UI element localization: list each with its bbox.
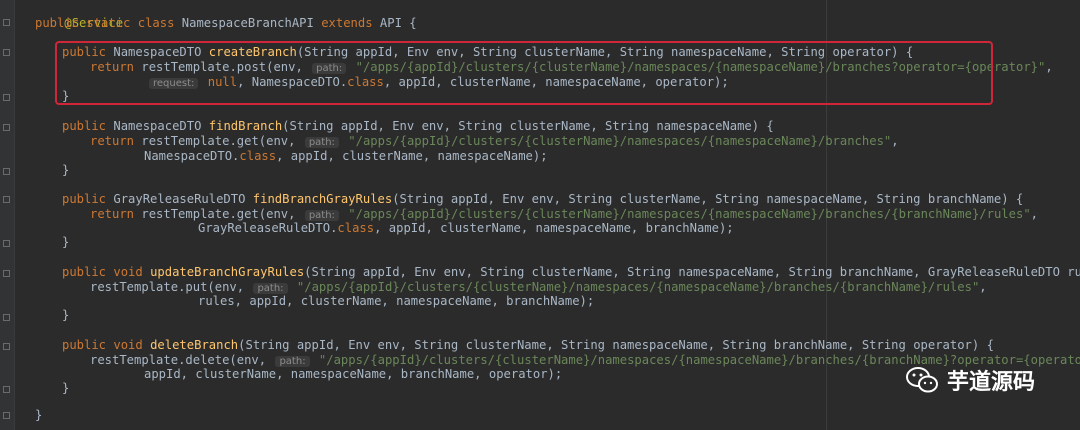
parameter-hint: path: xyxy=(275,356,310,367)
keyword-token: public xyxy=(62,192,107,206)
string-literal: "/apps/{appId}/clusters/{clusterName}/na… xyxy=(348,207,1031,221)
code-line: } xyxy=(62,308,69,323)
code-text: , appId, clusterName, namespaceName); xyxy=(276,149,548,163)
keyword-token: void xyxy=(113,338,143,352)
method-name: findBranchGrayRules xyxy=(252,192,393,206)
code-line: @Service xyxy=(35,1,123,30)
code-text: (String appId, Env env, String clusterNa… xyxy=(392,192,1024,206)
keyword-token: extends xyxy=(321,16,373,30)
code-text: , xyxy=(979,280,987,294)
code-line: } xyxy=(35,408,42,423)
code-text: .get(env, xyxy=(229,207,303,221)
code-text: (String appId, Env env, String clusterNa… xyxy=(282,119,774,133)
code-line: } xyxy=(62,163,69,178)
code-line: } xyxy=(62,381,69,396)
code-text: rules, appId, clusterName, namespaceName… xyxy=(198,294,595,308)
code-text: , appId, clusterName, namespaceName, bra… xyxy=(374,221,734,235)
fold-marker-icon[interactable] xyxy=(3,124,10,131)
code-text: } xyxy=(62,235,70,249)
highlight-box xyxy=(55,41,993,105)
fold-marker-icon[interactable] xyxy=(3,270,10,277)
code-line: return restTemplate.get(env, path: "/app… xyxy=(90,134,899,149)
watermark: 芋道源码 xyxy=(905,364,1075,396)
code-text: (String appId, Env env, String clusterNa… xyxy=(238,338,994,352)
string-literal: "/apps/{appId}/clusters/{clusterName}/na… xyxy=(348,134,892,148)
fold-marker-icon[interactable] xyxy=(3,196,10,203)
code-line: public void deleteBranch(String appId, E… xyxy=(62,338,994,353)
keyword-token: class xyxy=(239,149,277,163)
keyword-token: static xyxy=(86,16,131,30)
watermark-text: 芋道源码 xyxy=(947,370,1036,395)
fold-marker-icon[interactable] xyxy=(3,412,10,419)
code-text: restTemplate xyxy=(141,207,230,221)
code-text: } xyxy=(35,408,43,422)
code-text: } xyxy=(62,308,70,322)
code-text: restTemplate xyxy=(90,353,179,367)
code-text: , xyxy=(1045,60,1053,74)
keyword-token: public xyxy=(62,338,107,352)
code-line: appId, clusterName, namespaceName, branc… xyxy=(144,367,562,382)
code-text: , xyxy=(891,134,899,148)
keyword-token: return xyxy=(90,134,135,148)
fold-marker-icon[interactable] xyxy=(3,314,10,321)
fold-marker-icon[interactable] xyxy=(3,343,10,350)
code-line: public void updateBranchGrayRules(String… xyxy=(62,265,1080,280)
fold-marker-icon[interactable] xyxy=(3,19,10,26)
code-text: (String appId, Env env, String clusterNa… xyxy=(304,265,1080,279)
code-text: } xyxy=(62,163,70,177)
code-text: } xyxy=(62,381,70,395)
parameter-hint: path: xyxy=(253,283,288,294)
keyword-token: public xyxy=(35,16,80,30)
code-text: , xyxy=(1030,207,1038,221)
fold-marker-icon[interactable] xyxy=(3,94,10,101)
code-line: public GrayReleaseRuleDTO findBranchGray… xyxy=(62,192,1023,207)
return-type: NamespaceDTO xyxy=(113,119,202,133)
fold-marker-icon[interactable] xyxy=(3,386,10,393)
code-line: restTemplate.put(env, path: "/apps/{appI… xyxy=(90,280,987,295)
method-name: deleteBranch xyxy=(150,338,239,352)
return-type: GrayReleaseRuleDTO xyxy=(113,192,246,206)
code-text: NamespaceDTO. xyxy=(144,149,240,163)
code-text: .get(env, xyxy=(229,134,303,148)
code-text: .delete(env, xyxy=(178,353,274,367)
method-name: updateBranchGrayRules xyxy=(150,265,305,279)
method-name: findBranch xyxy=(208,119,283,133)
code-text: .put(env, xyxy=(178,280,252,294)
fold-marker-icon[interactable] xyxy=(3,240,10,247)
parameter-hint: path: xyxy=(304,137,339,148)
parameter-hint: path: xyxy=(304,210,339,221)
keyword-token: class xyxy=(337,221,375,235)
fold-marker-icon[interactable] xyxy=(3,168,10,175)
code-line: } xyxy=(62,235,69,250)
keyword-token: void xyxy=(113,265,143,279)
code-text: restTemplate xyxy=(90,280,179,294)
fold-marker-icon[interactable] xyxy=(3,49,10,56)
code-line: public NamespaceDTO findBranch(String ap… xyxy=(62,119,774,134)
code-line: rules, appId, clusterName, namespaceName… xyxy=(198,294,594,309)
string-literal: "/apps/{appId}/clusters/{clusterName}/na… xyxy=(296,280,980,294)
code-line: GrayReleaseRuleDTO.class, appId, cluster… xyxy=(198,221,734,236)
class-name: NamespaceBranchAPI xyxy=(181,16,314,30)
keyword-token: public xyxy=(62,265,107,279)
code-line: NamespaceDTO.class, appId, clusterName, … xyxy=(144,149,548,164)
keyword-token: public xyxy=(62,119,107,133)
code-text: API { xyxy=(379,16,417,30)
wechat-icon xyxy=(906,367,938,393)
keyword-token: return xyxy=(90,207,135,221)
keyword-token: class xyxy=(137,16,175,30)
code-line: public static class NamespaceBranchAPI e… xyxy=(35,16,417,31)
code-text: restTemplate xyxy=(141,134,230,148)
code-text: GrayReleaseRuleDTO. xyxy=(198,221,338,235)
code-text: appId, clusterName, namespaceName, branc… xyxy=(144,367,563,381)
editor-gutter[interactable] xyxy=(0,0,15,430)
code-line: return restTemplate.get(env, path: "/app… xyxy=(90,207,1038,222)
